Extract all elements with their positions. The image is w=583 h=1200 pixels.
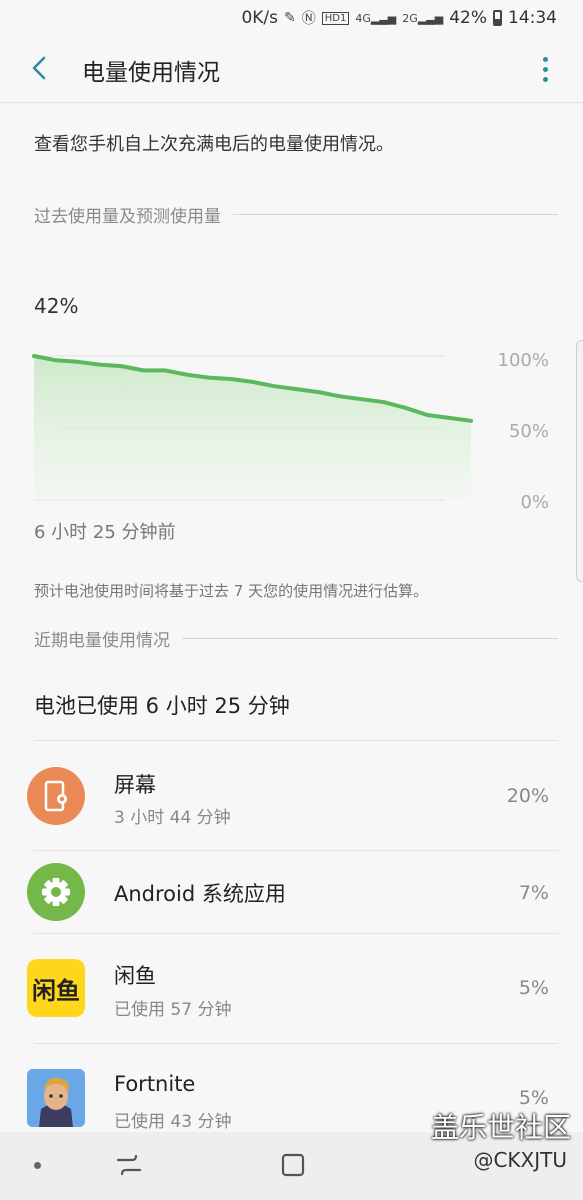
back-button[interactable]	[22, 50, 58, 86]
watermark-sub: @CKXJTU	[473, 1148, 567, 1172]
clock: 14:34	[508, 8, 557, 28]
app-percent: 20%	[506, 785, 549, 807]
intro-text: 查看您手机自上次充满电后的电量使用情况。	[34, 134, 394, 155]
nfc-icon: Ⓝ	[301, 11, 316, 27]
app-usage-time: 已使用 57 分钟	[114, 1000, 232, 1020]
status-bar: 0K/s ✎ Ⓝ HD1 4G▂▃▅ 2G▂▃▅ 42% 14:34	[0, 0, 583, 36]
page-title: 电量使用情况	[82, 60, 220, 86]
y-tick-50: 50%	[509, 421, 549, 442]
pen-icon: ✎	[284, 10, 296, 26]
app-bar: 电量使用情况	[0, 36, 583, 103]
nav-indicator-dot	[34, 1162, 41, 1169]
app-row-xianyu[interactable]: 闲鱼 闲鱼 已使用 57 分钟 5%	[0, 935, 583, 1035]
app-name: 屏幕	[114, 773, 156, 797]
watermark: 盖乐世社区	[430, 1111, 571, 1144]
battery-usage-chart: 100% 50% 0%	[32, 350, 549, 510]
recent-section-header: 近期电量使用情况	[34, 626, 558, 651]
hd-icon: HD1	[321, 11, 350, 25]
divider	[34, 1043, 558, 1044]
home-icon	[281, 1153, 305, 1177]
app-usage-time: 已使用 43 分钟	[114, 1112, 232, 1132]
history-section-title: 过去使用量及预测使用量	[34, 207, 221, 227]
chart-area	[34, 356, 471, 500]
app-row-screen[interactable]: 屏幕 3 小时 44 分钟 20%	[0, 747, 583, 847]
recent-section-title: 近期电量使用情况	[34, 631, 170, 651]
divider	[34, 933, 558, 934]
divider	[34, 850, 558, 851]
more-options-button[interactable]	[535, 52, 555, 86]
home-button[interactable]	[280, 1152, 306, 1178]
gear-icon	[27, 863, 85, 921]
recent-apps-button[interactable]	[114, 1150, 144, 1180]
edge-panel-handle[interactable]	[576, 340, 583, 582]
battery-used-summary: 电池已使用 6 小时 25 分钟	[34, 694, 290, 718]
y-tick-100: 100%	[498, 350, 549, 371]
chart-time-label: 6 小时 25 分钟前	[34, 522, 176, 543]
y-tick-0: 0%	[520, 492, 549, 510]
chart-current-level: 42%	[34, 294, 79, 318]
chevron-left-icon	[32, 56, 46, 80]
app-name: 闲鱼	[114, 964, 156, 988]
recent-apps-icon	[116, 1154, 142, 1176]
fortnite-icon	[27, 1069, 85, 1127]
signal-4g-icon: 4G▂▃▅	[355, 11, 397, 25]
app-name: Android 系统应用	[114, 882, 286, 906]
more-dot	[542, 56, 548, 62]
estimate-note: 预计电池使用时间将基于过去 7 天您的使用情况进行估算。	[34, 582, 429, 600]
app-percent: 5%	[518, 977, 549, 999]
app-percent: 7%	[518, 882, 549, 904]
network-speed: 0K/s	[241, 8, 279, 28]
app-name: Fortnite	[114, 1072, 196, 1096]
section-divider	[182, 638, 558, 639]
battery-icon	[493, 10, 502, 26]
section-divider	[233, 214, 558, 215]
more-dot	[542, 66, 548, 72]
history-section-header: 过去使用量及预测使用量	[34, 202, 558, 227]
battery-percent: 42%	[449, 8, 487, 28]
divider	[34, 740, 558, 741]
status-right: 0K/s ✎ Ⓝ HD1 4G▂▃▅ 2G▂▃▅ 42% 14:34	[241, 8, 557, 28]
app-usage-time: 3 小时 44 分钟	[114, 808, 231, 828]
xianyu-icon: 闲鱼	[27, 959, 85, 1017]
screen-icon	[27, 767, 85, 825]
signal-2g-icon: 2G▂▃▅	[402, 11, 444, 25]
more-dot	[542, 76, 548, 82]
